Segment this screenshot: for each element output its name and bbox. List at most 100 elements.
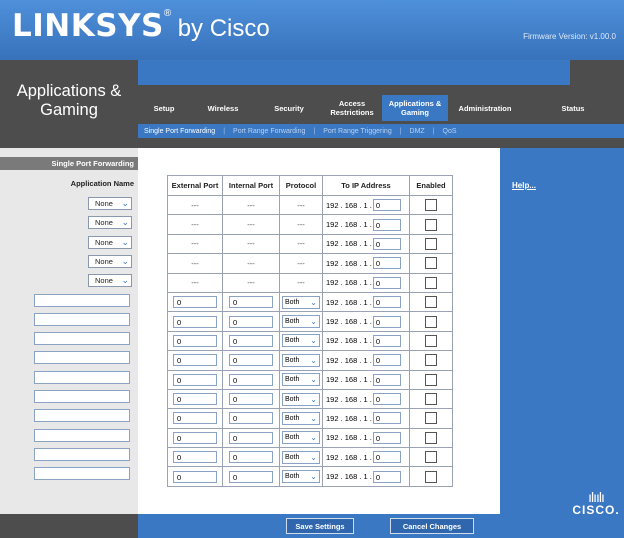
protocol-select[interactable]: Both ⌄ [282, 392, 320, 406]
ip-last-octet-input[interactable]: 0 [372, 257, 401, 270]
protocol-select[interactable]: Both ⌄ [282, 450, 320, 464]
table-row: 0 0 Both ⌄ 192 . 168 . 1 .0 [167, 311, 453, 332]
save-settings-button[interactable]: Save Settings [286, 518, 354, 534]
ip-last-octet-input[interactable]: 0 [372, 373, 401, 386]
application-name-input[interactable] [34, 447, 130, 461]
ip-last-octet-input[interactable]: 0 [372, 334, 401, 347]
protocol-select[interactable]: Both ⌄ [282, 470, 320, 484]
enabled-checkbox[interactable] [425, 373, 437, 386]
table-row: --- --- --- 192 . 168 . 1 .0 [167, 194, 453, 216]
application-name-input[interactable] [34, 390, 130, 403]
ip-last-octet-input[interactable]: 0 [372, 276, 401, 289]
application-name-input[interactable] [34, 293, 130, 307]
enabled-checkbox[interactable] [425, 296, 437, 309]
ip-prefix: 192 . 168 . 1 . [326, 239, 372, 249]
application-name-input[interactable] [34, 428, 130, 442]
application-preset-select[interactable]: None ⌄ [88, 274, 132, 288]
application-preset-select[interactable]: None ⌄ [88, 254, 132, 268]
internal-port-input[interactable]: 0 [229, 334, 273, 347]
internal-port-input[interactable]: 0 [229, 354, 273, 367]
enabled-checkbox[interactable] [425, 218, 437, 231]
subtab-port-range-triggering[interactable]: Port Range Triggering [323, 128, 391, 135]
application-name-input[interactable] [34, 370, 130, 384]
enabled-checkbox[interactable] [425, 276, 437, 289]
tab-setup[interactable]: Setup [138, 95, 190, 121]
external-port-input[interactable]: 0 [173, 393, 217, 406]
internal-port-input[interactable]: 0 [229, 315, 273, 328]
ip-last-octet-input[interactable]: 0 [372, 199, 401, 212]
application-name-input[interactable] [34, 332, 130, 346]
main-tabs: Setup Wireless Security Access Restricti… [138, 95, 624, 121]
external-port-input[interactable]: 0 [173, 431, 217, 444]
cancel-changes-button[interactable]: Cancel Changes [390, 518, 474, 534]
internal-port-input[interactable]: 0 [229, 412, 273, 425]
internal-port-input[interactable]: 0 [229, 296, 273, 309]
protocol-select[interactable]: Both ⌄ [282, 334, 320, 348]
external-port-input[interactable]: 0 [173, 373, 217, 386]
external-port-input[interactable]: 0 [173, 412, 217, 425]
external-port-input[interactable]: 0 [173, 315, 217, 328]
enabled-checkbox[interactable] [425, 199, 437, 212]
subtab-dmz[interactable]: DMZ [410, 128, 425, 135]
internal-port-input[interactable]: 0 [229, 431, 273, 444]
external-port-input[interactable]: 0 [173, 354, 217, 367]
ip-last-octet-input[interactable]: 0 [372, 237, 401, 250]
application-name-input[interactable] [34, 312, 130, 326]
tab-security[interactable]: Security [256, 95, 322, 121]
external-port-input[interactable]: 0 [173, 334, 217, 347]
enabled-checkbox[interactable] [425, 315, 437, 328]
table-row: 0 0 Both ⌄ 192 . 168 . 1 .0 [167, 350, 453, 371]
help-link[interactable]: Help... [512, 181, 536, 190]
external-port-input[interactable]: 0 [173, 451, 217, 464]
enabled-checkbox[interactable] [425, 451, 437, 464]
enabled-checkbox[interactable] [425, 470, 437, 483]
ip-last-octet-input[interactable]: 0 [372, 431, 401, 444]
table-row: 0 0 Both ⌄ 192 . 168 . 1 .0 [167, 291, 453, 313]
application-preset-select[interactable]: None ⌄ [88, 216, 132, 230]
enabled-checkbox[interactable] [425, 257, 437, 270]
internal-port-input[interactable]: 0 [229, 373, 273, 386]
tab-administration[interactable]: Administration [448, 95, 522, 121]
subtab-qos[interactable]: QoS [443, 128, 457, 135]
footer-right [500, 514, 624, 538]
protocol-select[interactable]: Both ⌄ [282, 373, 320, 387]
ip-last-octet-input[interactable]: 0 [372, 393, 401, 406]
external-port-input[interactable]: 0 [173, 470, 217, 483]
application-name-input[interactable] [34, 351, 130, 365]
ip-last-octet-input[interactable]: 0 [372, 354, 401, 367]
application-name-input[interactable] [34, 467, 130, 481]
ip-last-octet-input[interactable]: 0 [372, 451, 401, 464]
tab-access-restrictions[interactable]: Access Restrictions [322, 95, 382, 121]
protocol-select[interactable]: Both ⌄ [282, 353, 320, 367]
enabled-checkbox[interactable] [425, 412, 437, 425]
ip-last-octet-input[interactable]: 0 [372, 218, 401, 231]
internal-port-input[interactable]: 0 [229, 393, 273, 406]
protocol-select[interactable]: Both ⌄ [282, 431, 320, 445]
enabled-checkbox[interactable] [425, 354, 437, 367]
protocol-value: Both [285, 414, 300, 422]
application-name-input[interactable] [34, 409, 130, 423]
ip-last-octet-input[interactable]: 0 [372, 412, 401, 425]
external-port-input[interactable]: 0 [173, 296, 217, 309]
ip-prefix: 192 . 168 . 1 . [326, 433, 372, 443]
protocol-select[interactable]: Both ⌄ [282, 411, 320, 425]
tab-applications-gaming[interactable]: Applications & Gaming [382, 95, 448, 121]
enabled-checkbox[interactable] [425, 237, 437, 250]
subtab-port-range-forwarding[interactable]: Port Range Forwarding [233, 128, 305, 135]
ip-last-octet-input[interactable]: 0 [372, 296, 401, 309]
tab-status[interactable]: Status [522, 95, 624, 121]
application-preset-select[interactable]: None ⌄ [88, 235, 132, 249]
internal-port-input[interactable]: 0 [229, 470, 273, 483]
internal-port-input[interactable]: 0 [229, 451, 273, 464]
enabled-checkbox[interactable] [425, 431, 437, 444]
tab-wireless[interactable]: Wireless [190, 95, 256, 121]
subtab-single-port-forwarding[interactable]: Single Port Forwarding [144, 128, 215, 135]
chevron-down-icon: ⌄ [310, 317, 317, 327]
enabled-checkbox[interactable] [425, 393, 437, 406]
protocol-select[interactable]: Both ⌄ [282, 315, 320, 329]
protocol-select[interactable]: Both ⌄ [282, 295, 320, 309]
application-preset-select[interactable]: None ⌄ [88, 197, 132, 210]
enabled-checkbox[interactable] [425, 334, 437, 347]
ip-last-octet-input[interactable]: 0 [372, 315, 401, 328]
ip-last-octet-input[interactable]: 0 [372, 470, 401, 483]
